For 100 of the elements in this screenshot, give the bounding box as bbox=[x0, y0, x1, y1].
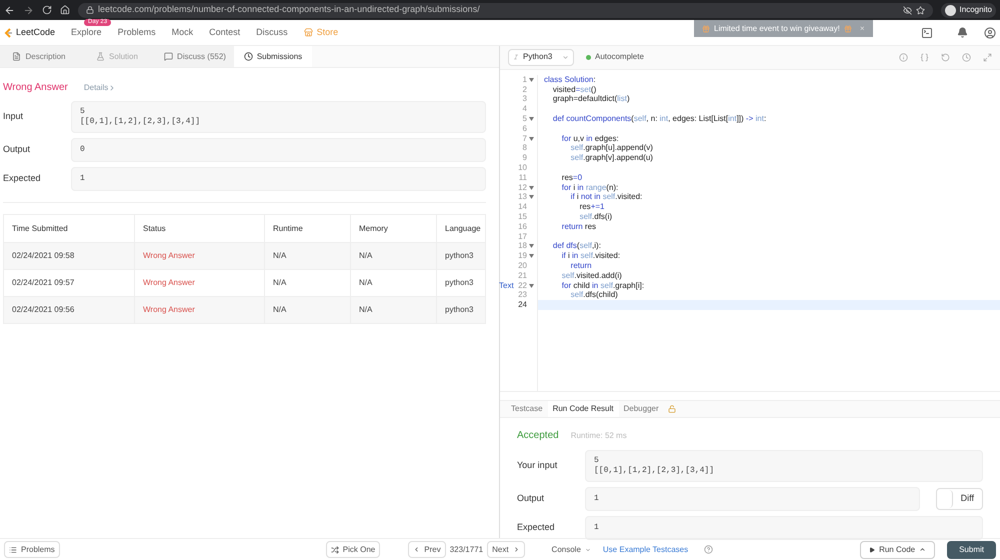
forward-icon[interactable] bbox=[23, 4, 34, 16]
line-number: 6 bbox=[522, 122, 527, 135]
pick-one-button[interactable]: Pick One bbox=[326, 541, 380, 558]
profile-chip[interactable]: Incognito bbox=[940, 2, 996, 18]
example-testcases-link[interactable]: Use Example Testcases bbox=[602, 544, 688, 556]
tab[interactable]: Discuss (552) bbox=[156, 46, 234, 67]
code-line: for i in range(n): bbox=[560, 182, 618, 193]
tab[interactable]: Submissions bbox=[234, 46, 312, 67]
code-line: def dfs(self,i): bbox=[552, 240, 601, 252]
fold-icon[interactable] bbox=[529, 186, 534, 190]
nav-link[interactable]: Problems bbox=[118, 26, 156, 40]
line-number: 16 bbox=[518, 220, 527, 233]
diff-toggle[interactable]: Diff bbox=[936, 488, 983, 510]
line-number: 12 bbox=[518, 182, 527, 193]
problems-button[interactable]: Problems bbox=[4, 541, 60, 558]
back-icon[interactable] bbox=[4, 4, 15, 16]
nav-link[interactable]: Contest bbox=[209, 26, 240, 40]
gift-icon bbox=[702, 24, 710, 32]
runtime-text: Runtime: 52 ms bbox=[570, 430, 627, 442]
gutter-label: Text bbox=[499, 280, 514, 292]
result-status: Accepted bbox=[517, 429, 559, 443]
star-icon[interactable] bbox=[916, 6, 925, 14]
gift-icon bbox=[844, 24, 852, 32]
line-number: 18 bbox=[518, 240, 527, 252]
fold-icon[interactable] bbox=[529, 78, 534, 82]
home-icon[interactable] bbox=[60, 5, 70, 15]
code-line: if i in self.visited: bbox=[560, 250, 620, 262]
nav-link[interactable]: Mock bbox=[172, 26, 194, 40]
fold-icon[interactable] bbox=[529, 254, 534, 258]
nav-link[interactable]: Explore bbox=[71, 26, 102, 40]
caret-icon bbox=[919, 546, 926, 553]
field-label: Your input bbox=[517, 459, 558, 472]
lock-icon bbox=[86, 6, 94, 14]
table-cell: python3 bbox=[436, 297, 485, 323]
code-line: class Solution: bbox=[544, 74, 596, 86]
nav-link[interactable]: Discuss bbox=[256, 26, 288, 40]
help-icon[interactable] bbox=[704, 545, 714, 554]
bell-icon[interactable] bbox=[957, 27, 968, 38]
avatar-icon bbox=[944, 4, 956, 16]
code-line: for child in self.graph[i]: bbox=[560, 280, 644, 291]
code-line: self.graph[u].append(v) bbox=[570, 143, 653, 154]
caret-icon bbox=[584, 546, 591, 552]
code-line: return res bbox=[560, 221, 596, 233]
tab[interactable]: Description bbox=[0, 46, 78, 67]
value-text: 5 bbox=[594, 456, 600, 466]
run-code-button[interactable]: Run Code bbox=[860, 540, 936, 558]
terminal-icon[interactable] bbox=[921, 26, 933, 38]
fold-icon[interactable] bbox=[529, 117, 534, 122]
value-text: 0 bbox=[80, 145, 86, 155]
fold-icon[interactable] bbox=[529, 244, 534, 248]
shuffle-icon bbox=[330, 546, 339, 554]
document-icon bbox=[12, 52, 22, 61]
code-line: def countComponents(self, n: int, edges: List[List[int]]) -> int: bbox=[552, 113, 766, 126]
table-cell: N/A bbox=[264, 297, 350, 323]
line-number: 21 bbox=[518, 270, 527, 282]
shop-icon bbox=[304, 28, 313, 37]
column-header: Time Submitted bbox=[11, 222, 69, 234]
user-icon[interactable] bbox=[984, 26, 996, 38]
line-number: 22 bbox=[518, 280, 527, 291]
address-bar[interactable]: leetcode.com/problems/number-of-connected-components-in-an-undirected-graph/submissions/ bbox=[78, 2, 933, 18]
table-cell: N/A bbox=[350, 297, 436, 323]
line-number: 3 bbox=[522, 93, 527, 106]
next-button[interactable]: Next bbox=[487, 541, 525, 558]
prev-button[interactable]: Prev bbox=[408, 541, 446, 558]
line-number: 11 bbox=[518, 172, 527, 184]
console-button[interactable]: Console bbox=[548, 544, 595, 556]
code-line: self.visited.add(i) bbox=[560, 270, 622, 282]
chevron-icon bbox=[512, 546, 520, 553]
tab[interactable]: Run Code Result bbox=[548, 401, 618, 417]
language-select[interactable]: Python3 bbox=[508, 48, 574, 66]
line-number: 10 bbox=[518, 162, 527, 174]
line-number: 15 bbox=[518, 211, 527, 223]
field-label: Output bbox=[517, 492, 546, 506]
code-line: return bbox=[570, 260, 592, 272]
table-cell: Wrong Answer bbox=[134, 297, 264, 323]
line-number: 4 bbox=[522, 103, 527, 116]
eye-off-icon[interactable] bbox=[902, 6, 912, 14]
field-label: Expected bbox=[3, 172, 42, 186]
tab[interactable]: Testcase bbox=[506, 401, 548, 417]
autocomplete-toggle[interactable]: Autocomplete bbox=[586, 51, 644, 64]
table-cell-text: 02/24/2021 09:56 bbox=[11, 304, 76, 316]
line-number: 23 bbox=[518, 289, 527, 301]
code-line: if i not in self.visited: bbox=[570, 192, 642, 204]
code-line: graph=defaultdict(list) bbox=[552, 94, 630, 106]
code-line: self.graph[v].append(u) bbox=[570, 152, 653, 164]
reload-icon[interactable] bbox=[42, 5, 52, 15]
submit-button[interactable]: Submit bbox=[947, 540, 996, 558]
logo-icon bbox=[4, 28, 12, 38]
tab[interactable]: Debugger bbox=[618, 401, 664, 417]
logo-text[interactable]: LeetCode bbox=[16, 26, 56, 40]
fold-icon[interactable] bbox=[529, 195, 534, 200]
line-number: 2 bbox=[522, 84, 527, 95]
chevron-icon bbox=[413, 546, 420, 553]
fold-icon[interactable] bbox=[529, 136, 534, 141]
fold-icon[interactable] bbox=[529, 284, 534, 288]
caret-icon bbox=[562, 54, 569, 61]
code-line: self.dfs(i) bbox=[578, 211, 612, 223]
clock-icon bbox=[244, 52, 253, 61]
line-number: 19 bbox=[518, 250, 527, 262]
line-number: 24 bbox=[518, 299, 527, 312]
